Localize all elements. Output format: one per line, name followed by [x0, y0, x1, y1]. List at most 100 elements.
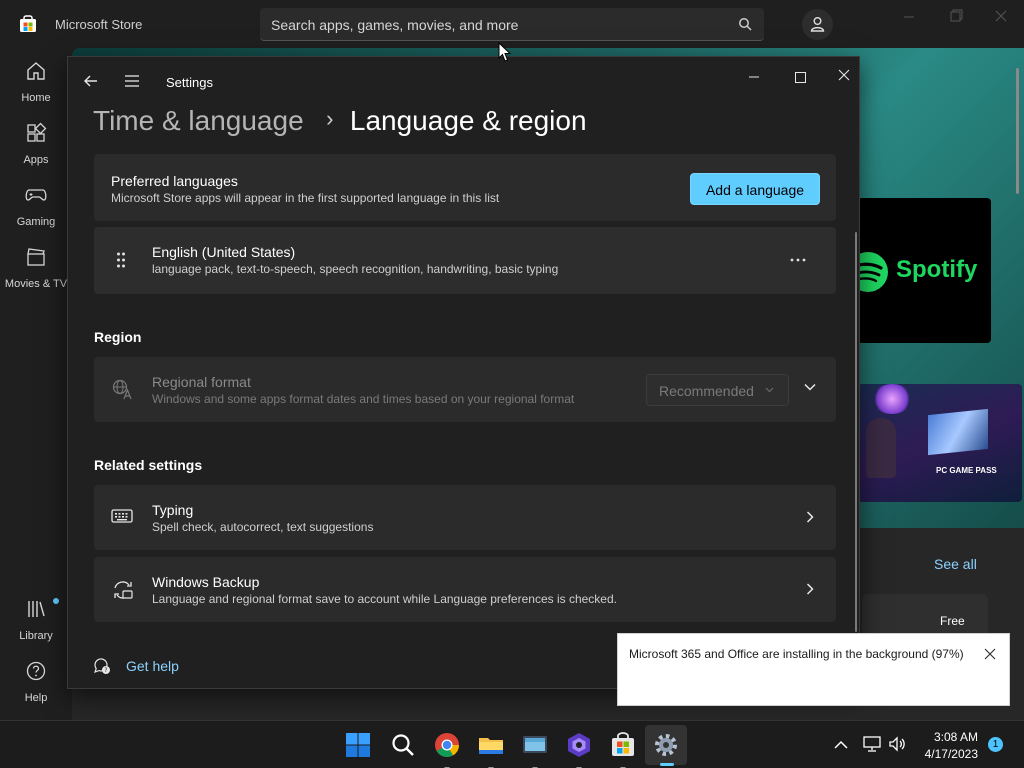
typing-desc: Spell check, autocorrect, text suggestio…: [152, 520, 374, 534]
chevron-up-icon[interactable]: [834, 740, 848, 749]
store-titlebar: Microsoft Store Search apps, games, movi…: [0, 0, 1024, 48]
mouse-cursor-icon: [498, 42, 512, 62]
chevron-down-icon: [765, 387, 774, 393]
spotify-wordmark: Spotify: [896, 256, 978, 283]
terminal-app[interactable]: [519, 729, 551, 768]
nav-help-label: Help: [24, 692, 48, 704]
settings-scrollbar[interactable]: [855, 232, 857, 632]
add-language-button[interactable]: Add a language: [690, 173, 820, 205]
regional-format-title: Regional format: [152, 374, 251, 390]
regional-format-card[interactable]: Regional format Windows and some apps fo…: [94, 357, 836, 422]
related-settings-heading: Related settings: [94, 457, 203, 473]
gaming-icon: [25, 189, 47, 201]
store-app-title: Microsoft Store: [55, 17, 143, 32]
hamburger-menu-icon[interactable]: [124, 74, 140, 88]
chrome-icon: [435, 733, 459, 758]
help-icon: [26, 661, 46, 681]
active-window-indicator: [660, 763, 674, 766]
store-bag-icon: [612, 732, 634, 756]
regional-format-icon: [112, 379, 132, 400]
store-search-placeholder: Search apps, games, movies, and more: [271, 17, 519, 33]
gamepass-art: [872, 384, 912, 414]
nav-apps[interactable]: Apps: [0, 122, 72, 174]
chrome-app[interactable]: [431, 729, 463, 768]
breadcrumb: Time & language › Language & region: [93, 105, 587, 145]
library-icon: [28, 601, 45, 617]
notification-badge[interactable]: 1: [988, 737, 1003, 752]
account-button[interactable]: [802, 9, 833, 40]
page-title: Language & region: [349, 105, 587, 136]
apps-icon: [27, 122, 47, 142]
clipchamp-app[interactable]: [563, 729, 595, 768]
gamepass-wordmark: PC GAME PASS: [936, 466, 997, 475]
install-progress-toast[interactable]: Microsoft 365 and Office are installing …: [617, 633, 1010, 706]
gamepass-art-screen: [928, 408, 988, 456]
movies-icon: [27, 248, 45, 266]
search-icon[interactable]: [738, 17, 752, 31]
nav-help[interactable]: Help: [0, 660, 72, 712]
preferred-languages-card: Preferred languages Microsoft Store apps…: [94, 154, 836, 221]
clock-time[interactable]: 3:08 AM: [932, 730, 978, 744]
preferred-languages-title: Preferred languages: [111, 173, 238, 189]
region-heading: Region: [94, 329, 142, 345]
language-item-english[interactable]: English (United States) language pack, t…: [94, 227, 836, 294]
back-arrow-icon[interactable]: [83, 73, 99, 89]
nav-movies-tv-label: Movies & TV: [4, 278, 68, 290]
settings-window-title: Settings: [166, 75, 213, 90]
pc-game-pass-tile[interactable]: PC GAME PASS: [858, 384, 1022, 502]
nav-library[interactable]: Library: [0, 598, 72, 650]
network-icon[interactable]: [863, 736, 881, 752]
spotify-tile[interactable]: Spotify: [848, 198, 991, 343]
search-icon[interactable]: [387, 729, 419, 761]
typing-title: Typing: [152, 502, 194, 518]
toast-message: Microsoft 365 and Office are installing …: [629, 647, 964, 661]
nav-movies-tv[interactable]: Movies & TV: [0, 246, 72, 298]
regional-format-dropdown-value: Recommended: [659, 383, 754, 399]
keyboard-icon: [111, 509, 133, 523]
breadcrumb-parent[interactable]: Time & language: [93, 105, 304, 136]
regional-format-desc: Windows and some apps format dates and t…: [152, 392, 575, 406]
settings-window: Settings Time & language › Language & re…: [67, 56, 860, 689]
nav-home-label: Home: [21, 92, 51, 104]
store-minimize-button[interactable]: [894, 8, 924, 26]
nav-apps-label: Apps: [23, 154, 49, 166]
store-scrollbar[interactable]: [1016, 68, 1019, 194]
windows-backup-title: Windows Backup: [152, 574, 260, 590]
see-all-link[interactable]: See all: [934, 556, 977, 572]
library-update-dot: [53, 598, 59, 604]
settings-gear-icon: [655, 734, 677, 756]
settings-app[interactable]: [650, 729, 682, 761]
gamepass-art-figure: [866, 418, 896, 478]
expand-chevron-icon[interactable]: [804, 383, 816, 391]
file-explorer-app[interactable]: [475, 729, 507, 768]
toast-close-icon[interactable]: [984, 648, 996, 660]
windows-backup-link[interactable]: Windows Backup Language and regional for…: [94, 557, 836, 622]
microsoft-store-app[interactable]: [607, 729, 639, 768]
volume-icon[interactable]: [888, 736, 906, 752]
nav-gaming[interactable]: Gaming: [0, 184, 72, 236]
chevron-right-icon: [806, 583, 814, 595]
windows-start-icon[interactable]: [342, 729, 374, 761]
maximize-button[interactable]: [786, 67, 814, 87]
store-restore-button[interactable]: [940, 8, 970, 26]
clipchamp-icon: [568, 733, 590, 757]
english-language-features: language pack, text-to-speech, speech re…: [152, 262, 559, 276]
more-options-icon[interactable]: [790, 257, 806, 263]
help-chat-icon: ?: [94, 658, 110, 674]
store-search-box[interactable]: Search apps, games, movies, and more: [260, 8, 764, 41]
get-help-link[interactable]: Get help: [126, 658, 179, 674]
typing-settings-link[interactable]: Typing Spell check, autocorrect, text su…: [94, 485, 836, 550]
minimize-button[interactable]: [740, 67, 768, 87]
regional-format-dropdown[interactable]: Recommended: [646, 374, 789, 406]
store-close-button[interactable]: [986, 8, 1016, 26]
drag-handle-icon[interactable]: [116, 251, 126, 269]
person-icon: [810, 17, 825, 32]
close-button[interactable]: [830, 65, 858, 87]
nav-home[interactable]: Home: [0, 60, 72, 112]
english-language-title: English (United States): [152, 244, 296, 260]
clock-date[interactable]: 4/17/2023: [918, 747, 978, 761]
home-icon: [27, 62, 45, 80]
windows-backup-desc: Language and regional format save to acc…: [152, 592, 617, 606]
store-logo-icon: [20, 15, 36, 32]
backup-sync-icon: [114, 581, 133, 599]
